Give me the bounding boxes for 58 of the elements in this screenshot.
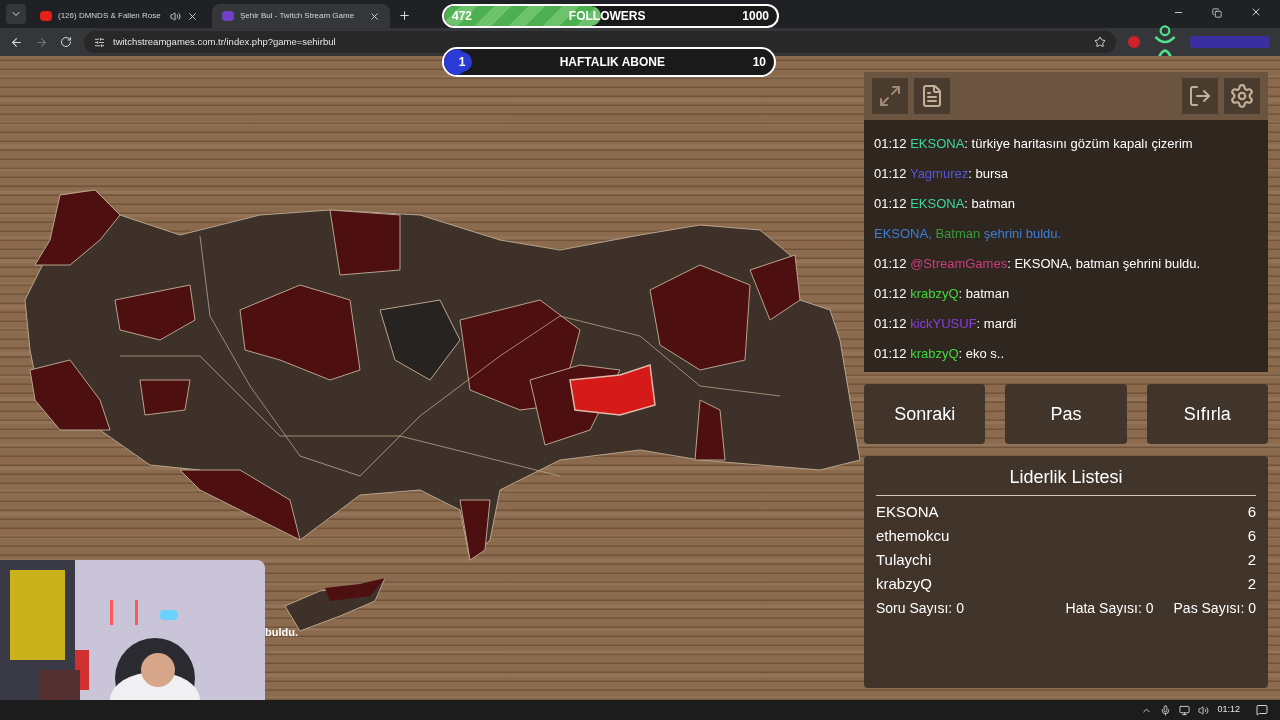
game-button[interactable]: Sonraki bbox=[864, 384, 986, 444]
player-name: krabzyQ bbox=[876, 574, 932, 594]
document-button[interactable] bbox=[914, 78, 950, 114]
player-score: 6 bbox=[1247, 502, 1256, 522]
microphone-icon[interactable] bbox=[1160, 704, 1172, 716]
found-announcement: EKSONA, Batman şehrini buldu. bbox=[874, 225, 1063, 243]
browser-tab[interactable]: Şehir Bul - Twitch Stream Game bbox=[212, 4, 390, 28]
expand-icon bbox=[878, 84, 902, 108]
player-score: 2 bbox=[1247, 550, 1256, 570]
progress-current: 472 bbox=[452, 8, 473, 24]
close-icon[interactable] bbox=[369, 10, 380, 22]
progress-goal: 1000 bbox=[742, 8, 769, 24]
chat-message: 01:12 EKSONA: türkiye haritasını gözüm kapalı çizerim bbox=[874, 135, 1194, 153]
network-icon[interactable] bbox=[1179, 704, 1191, 716]
found-caption: buldu. bbox=[265, 625, 298, 640]
tab-title: (126) DMNDS & Fallen Rose bbox=[58, 10, 162, 22]
site-settings-icon[interactable] bbox=[94, 36, 105, 48]
game-button[interactable]: Pas bbox=[1005, 384, 1127, 444]
back-icon[interactable] bbox=[10, 35, 23, 49]
bookmark-star-icon[interactable] bbox=[1094, 36, 1106, 48]
document-icon bbox=[920, 84, 944, 108]
forward-icon[interactable] bbox=[35, 35, 48, 49]
stat-label: Hata Sayısı: 0 bbox=[1065, 599, 1154, 618]
restore-icon[interactable] bbox=[1212, 8, 1222, 18]
tab-title: Şehir Bul - Twitch Stream Game bbox=[240, 10, 356, 22]
player-name: Tulaychi bbox=[876, 550, 932, 570]
player-name: ethemokcu bbox=[876, 526, 950, 546]
new-tab-icon[interactable] bbox=[398, 9, 411, 22]
chat-message: 01:12 @StreamGames: EKSONA, batman şehrini buldu. bbox=[874, 255, 1202, 273]
stat-label: Soru Sayısı: 0 bbox=[876, 599, 965, 618]
chat-message: 01:12 Yagmurez: bursa bbox=[874, 165, 1009, 183]
address-field[interactable]: twitchstreamgames.com.tr/index.php?game=sehirbul bbox=[84, 31, 1116, 53]
reload-icon[interactable] bbox=[60, 36, 72, 48]
volume-icon[interactable] bbox=[1198, 704, 1210, 716]
browser-tab[interactable]: (126) DMNDS & Fallen Rose bbox=[30, 4, 208, 28]
notification-icon[interactable] bbox=[1256, 704, 1268, 716]
player-score: 6 bbox=[1247, 526, 1256, 546]
progress-goal: 10 bbox=[752, 54, 766, 70]
fullscreen-button[interactable] bbox=[872, 78, 908, 114]
settings-button[interactable] bbox=[1224, 78, 1260, 114]
chat-message: 01:12 krabzyQ: batman bbox=[874, 285, 1011, 303]
game-button[interactable]: Sıfırla bbox=[1146, 384, 1268, 444]
settings-icon bbox=[1229, 83, 1255, 109]
progress-label: HAFTALIK ABONE bbox=[558, 54, 666, 70]
url-text: twitchstreamgames.com.tr/index.php?game=sehirbul bbox=[113, 34, 337, 49]
tab-list-button[interactable] bbox=[6, 4, 26, 24]
chat-message: 01:12 krabzyQ: eko s.. bbox=[874, 345, 1006, 363]
clock: 01:12 bbox=[1217, 703, 1240, 717]
chat-message: 01:12 EKSONA: batman bbox=[874, 195, 1016, 213]
chat-message: 01:12 kickYUSUF: mardi bbox=[874, 315, 1018, 333]
player-score: 2 bbox=[1247, 574, 1256, 594]
exit-button[interactable] bbox=[1182, 78, 1218, 114]
player-name: EKSONA bbox=[876, 502, 939, 522]
leaderboard-title: Liderlik Listesi bbox=[1008, 466, 1124, 489]
close-window-icon[interactable] bbox=[1250, 6, 1262, 18]
exit-icon bbox=[1188, 84, 1212, 108]
stat-label: Pas Sayısı: 0 bbox=[1173, 599, 1256, 618]
close-icon[interactable] bbox=[187, 10, 198, 22]
